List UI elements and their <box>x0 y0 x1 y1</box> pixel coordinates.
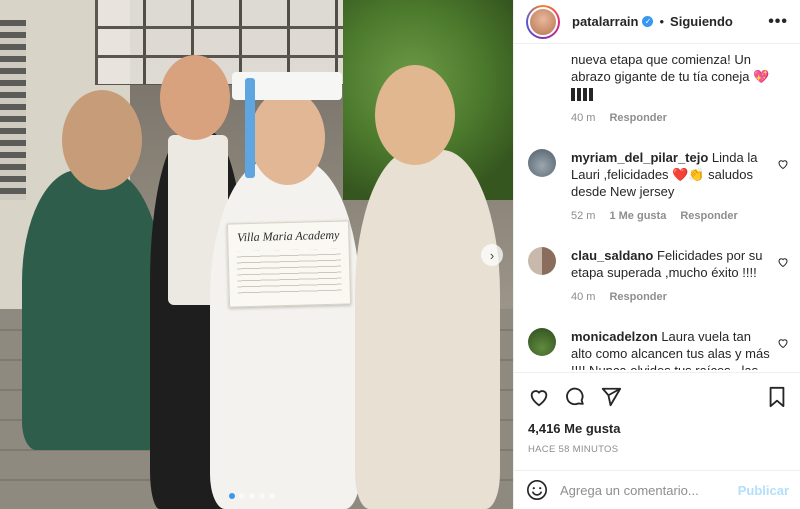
comment-time: 40 m <box>571 291 596 303</box>
header-separator: • <box>659 14 665 29</box>
bookmark-icon[interactable] <box>767 386 787 408</box>
comment-body: clau_saldano Felicidades por su etapa su… <box>571 247 771 306</box>
post-photo[interactable]: Villa Maria Academy › <box>0 0 513 509</box>
person-graduate-head <box>250 90 325 185</box>
like-comment-heart-icon[interactable] <box>777 158 789 170</box>
diploma-text-lines <box>236 248 342 296</box>
carousel-dot <box>259 493 265 499</box>
person-green-dress <box>22 170 162 450</box>
comment-bubble-icon[interactable] <box>564 386 586 408</box>
reply-button[interactable]: Responder <box>680 208 737 225</box>
publish-button[interactable]: Publicar <box>738 483 789 498</box>
graduation-tassel <box>245 78 255 178</box>
person-beige-suit <box>355 150 500 509</box>
post-actions: 4,416 Me gusta HACE 58 MINUTOS <box>514 372 800 455</box>
comment-meta: 40 m Responder <box>571 110 785 127</box>
carousel-dot <box>239 493 245 499</box>
caption-text: nueva etapa que comienza! Un abrazo giga… <box>571 52 770 84</box>
post-header: patalarrain ✓ • Siguiendo ••• <box>514 0 800 44</box>
comment-time: 52 m <box>571 210 596 222</box>
person-green-dress-head <box>62 90 142 190</box>
post-timestamp: HACE 58 MINUTOS <box>528 444 619 455</box>
following-button[interactable]: Siguiendo <box>670 14 733 29</box>
comments-list[interactable]: nueva etapa que comienza! Un abrazo giga… <box>514 45 800 370</box>
like-comment-heart-icon[interactable] <box>777 337 789 349</box>
verified-badge-icon: ✓ <box>642 16 654 27</box>
likes-count[interactable]: 4,416 Me gusta <box>528 421 787 436</box>
commenter-avatar[interactable] <box>528 328 556 356</box>
author-username[interactable]: patalarrain <box>572 14 638 29</box>
avatar <box>528 6 558 37</box>
share-send-icon[interactable] <box>600 386 622 408</box>
comment-body: monicadelzon Laura vuela tan alto como a… <box>571 328 771 370</box>
add-comment-bar: Publicar <box>514 470 800 509</box>
commenter-username[interactable]: clau_saldano <box>571 248 653 263</box>
reply-button[interactable]: Responder <box>609 110 666 127</box>
comment-item: monicadelzon Laura vuela tan alto como a… <box>514 328 800 370</box>
like-heart-icon[interactable] <box>528 386 550 408</box>
carousel-dot-active <box>229 493 235 499</box>
chevron-right-icon: › <box>489 247 495 263</box>
commenter-username[interactable]: myriam_del_pilar_tejo <box>571 150 708 165</box>
commenter-username[interactable]: monicadelzon <box>571 329 658 344</box>
comment-input[interactable] <box>560 482 730 498</box>
caption-comment: nueva etapa que comienza! Un abrazo giga… <box>514 45 800 127</box>
more-options-icon[interactable]: ••• <box>768 13 788 31</box>
commenter-avatar[interactable] <box>528 247 556 275</box>
person-beige-suit-head <box>375 65 455 165</box>
person-graduate-gown <box>210 160 360 509</box>
comment-time: 40 m <box>571 112 596 124</box>
comment-item: clau_saldano Felicidades por su etapa su… <box>514 247 800 306</box>
window-shutter <box>0 20 26 200</box>
carousel-dots <box>229 493 275 499</box>
comment-item: myriam_del_pilar_tejo Linda la Lauri ,fe… <box>514 149 800 225</box>
comment-meta: 40 m Responder <box>571 289 771 306</box>
post-side-panel: patalarrain ✓ • Siguiendo ••• nueva etap… <box>513 0 800 509</box>
carousel-dot <box>269 493 275 499</box>
diploma: Villa Maria Academy <box>226 220 352 308</box>
carousel-next-button[interactable]: › <box>481 244 503 266</box>
person-dark-jacket-head <box>160 55 230 140</box>
flag-emoji-icon <box>571 88 593 102</box>
comment-body: myriam_del_pilar_tejo Linda la Lauri ,fe… <box>571 149 771 225</box>
comment-meta: 52 m 1 Me gusta Responder <box>571 208 771 225</box>
like-comment-heart-icon[interactable] <box>777 256 789 268</box>
story-ring[interactable] <box>526 4 560 39</box>
action-icons <box>528 385 787 409</box>
commenter-avatar[interactable] <box>528 149 556 177</box>
diploma-title: Villa Maria Academy <box>236 227 340 245</box>
comment-likes[interactable]: 1 Me gusta <box>609 208 666 225</box>
carousel-dot <box>249 493 255 499</box>
emoji-smiley-icon[interactable] <box>526 479 548 501</box>
reply-button[interactable]: Responder <box>609 289 666 306</box>
